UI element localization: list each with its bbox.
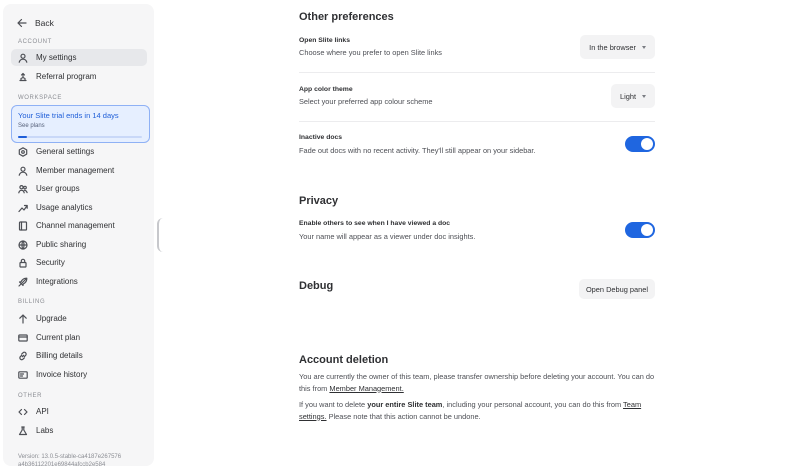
trial-progress-fill <box>18 135 27 138</box>
sidebar-item-upgrade[interactable]: Upgrade <box>11 310 147 327</box>
inactive-docs-toggle[interactable] <box>625 136 655 152</box>
version-text: Version: 13.0.5-stable-ca4187e267576 a4b… <box>18 453 148 469</box>
sidebar-item-label: Security <box>36 258 65 267</box>
divider <box>299 72 655 73</box>
sidebar-item-label: My settings <box>36 53 77 62</box>
toggle-knob <box>641 138 653 150</box>
sidebar-item-label: Channel management <box>36 221 115 230</box>
version-line: Version: 13.0.5-stable-ca4187e267576 <box>18 454 122 460</box>
sidebar-item-invoice-history[interactable]: Invoice history <box>11 366 147 383</box>
open-debug-panel-button[interactable]: Open Debug panel <box>578 279 655 299</box>
sidebar-item-integrations[interactable]: Integrations <box>11 273 147 290</box>
deletion-emphasis: your entire Slite team <box>367 400 443 409</box>
see-plans-link[interactable]: See plans <box>18 123 143 129</box>
globe-icon <box>18 239 28 250</box>
section-heading-account: ACCOUNT <box>18 39 52 45</box>
privacy-heading: Privacy <box>299 195 339 207</box>
sidebar-item-current-plan[interactable]: Current plan <box>11 329 147 346</box>
sidebar-item-user-groups[interactable]: User groups <box>11 180 147 197</box>
arrow-left-icon <box>17 18 27 28</box>
link-icon <box>18 351 28 361</box>
chevron-down-icon <box>642 94 646 98</box>
section-heading-billing: BILLING <box>18 299 46 305</box>
sidebar-item-usage-analytics[interactable]: Usage analytics <box>11 199 147 216</box>
version-line: a4b36112201e69844afccb2e584 <box>18 462 106 468</box>
sidebar-item-my-settings[interactable]: My settings <box>11 49 147 66</box>
user-icon <box>18 53 28 63</box>
sidebar-item-api[interactable]: API <box>11 403 147 420</box>
trial-banner[interactable]: Your Slite trial ends in 14 days See pla… <box>11 105 150 143</box>
sidebar-item-member-management[interactable]: Member management <box>11 162 147 179</box>
viewed-doc-title: Enable others to see when I have viewed … <box>299 220 451 227</box>
sidebar-item-label: Public sharing <box>36 240 87 249</box>
sidebar-item-public-sharing[interactable]: Public sharing <box>11 236 147 253</box>
users-icon <box>18 184 28 194</box>
theme-value: Light <box>619 91 636 101</box>
sidebar-item-channel-management[interactable]: Channel management <box>11 217 147 234</box>
open-links-value: In the browser <box>589 42 636 52</box>
user-icon <box>18 166 28 176</box>
open-links-description: Choose where you prefer to open Slite li… <box>299 48 442 57</box>
trial-progress-bar <box>18 135 142 138</box>
deletion-text: , including your personal account, you c… <box>442 400 622 409</box>
sidebar-item-label: Current plan <box>36 333 81 342</box>
hexagon-gear-icon <box>18 146 28 157</box>
credit-card-icon <box>18 333 28 343</box>
sidebar-item-security[interactable]: Security <box>11 254 147 271</box>
sidebar-item-label: User groups <box>36 184 80 193</box>
sidebar-item-billing-details[interactable]: Billing details <box>11 347 147 364</box>
deletion-paragraph-1: You are currently the owner of this team… <box>299 371 655 394</box>
deletion-text: If you want to delete <box>299 400 366 409</box>
member-management-link[interactable]: Member Management. <box>329 384 403 393</box>
gift-icon <box>18 72 28 82</box>
sidebar-item-referral-program[interactable]: Referral program <box>11 68 147 85</box>
trial-title: Your Slite trial ends in 14 days <box>18 111 119 120</box>
sidebar-item-label: Integrations <box>36 277 78 286</box>
receipt-icon <box>18 370 28 380</box>
sidebar-item-general-settings[interactable]: General settings <box>11 143 147 160</box>
arrow-up-icon <box>18 313 28 324</box>
sidebar-item-label: API <box>36 407 49 416</box>
sidebar-item-label: Usage analytics <box>36 203 93 212</box>
viewed-doc-description: Your name will appear as a viewer under … <box>299 232 476 241</box>
sidebar-item-label: Referral program <box>36 72 97 81</box>
chevron-down-icon <box>642 45 646 49</box>
open-links-select[interactable]: In the browser <box>580 35 655 59</box>
viewed-doc-toggle[interactable] <box>625 222 655 238</box>
book-icon <box>18 220 28 231</box>
theme-title: App color theme <box>299 86 353 93</box>
inactive-docs-title: Inactive docs <box>299 134 343 141</box>
debug-heading: Debug <box>299 280 334 292</box>
sidebar-item-label: Labs <box>36 426 54 435</box>
account-deletion-heading: Account deletion <box>299 354 389 366</box>
open-links-title: Open Slite links <box>299 37 350 44</box>
sidebar-resize-handle[interactable] <box>157 218 163 252</box>
deletion-paragraph-2: If you want to delete your entire Slite … <box>299 399 655 422</box>
theme-select[interactable]: Light <box>610 84 655 108</box>
section-heading-other: OTHER <box>18 393 42 399</box>
code-icon <box>18 407 28 417</box>
sidebar-item-label: Upgrade <box>36 314 67 323</box>
other-preferences-heading: Other preferences <box>299 11 394 23</box>
back-button[interactable]: Back <box>17 18 54 28</box>
divider <box>299 121 655 122</box>
section-heading-workspace: WORKSPACE <box>18 95 62 101</box>
settings-main: Other preferences Open Slite links Choos… <box>299 0 655 470</box>
lock-icon <box>18 258 28 268</box>
theme-description: Select your preferred app colour scheme <box>299 97 433 106</box>
back-label: Back <box>35 18 54 28</box>
sidebar-item-label: Member management <box>36 166 115 175</box>
settings-sidebar: Back ACCOUNT My settings Referral progra… <box>3 4 154 469</box>
trend-up-icon <box>18 203 28 213</box>
inactive-docs-description: Fade out docs with no recent activity. T… <box>299 146 536 155</box>
deletion-text: Please note that this action cannot be u… <box>328 411 481 421</box>
flask-icon <box>18 425 28 436</box>
sidebar-item-label: Invoice history <box>36 370 88 379</box>
sidebar-item-label: General settings <box>36 147 95 156</box>
sidebar-item-label: Billing details <box>36 351 83 360</box>
rocket-icon <box>18 277 28 287</box>
toggle-knob <box>641 224 653 236</box>
sidebar-item-labs[interactable]: Labs <box>11 422 147 439</box>
